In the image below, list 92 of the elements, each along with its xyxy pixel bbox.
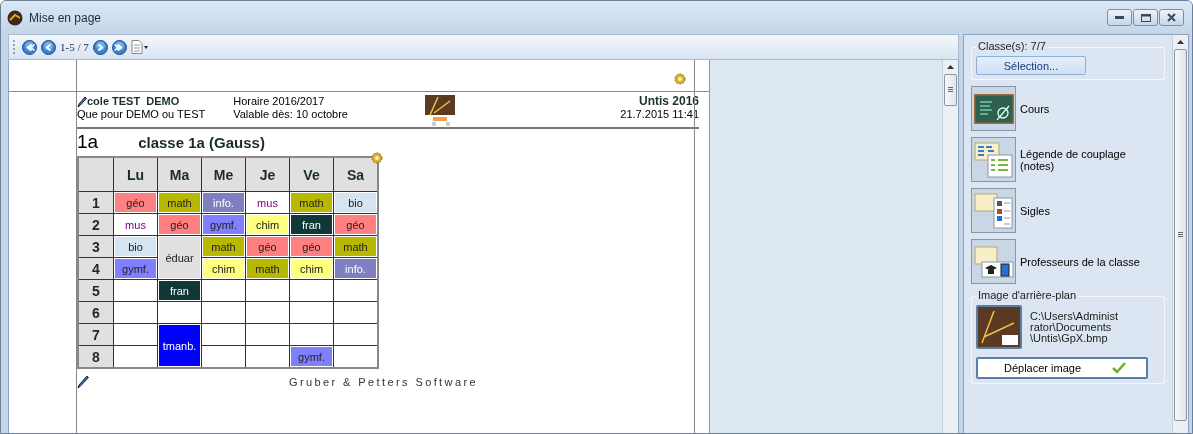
pencil-icon[interactable] bbox=[77, 375, 89, 389]
day-header: Sa bbox=[334, 158, 377, 191]
day-header: Je bbox=[246, 158, 289, 191]
lesson-cell: math bbox=[202, 236, 245, 257]
scroll-up-icon[interactable] bbox=[1177, 40, 1184, 44]
school-name: cole TEST DEMO bbox=[87, 95, 180, 108]
app-logo-icon bbox=[7, 9, 23, 26]
lesson-cell: mus bbox=[246, 192, 289, 213]
table-list-icon bbox=[973, 191, 1014, 230]
option-label: Cours bbox=[1020, 102, 1051, 115]
period-number: 8 bbox=[79, 346, 113, 367]
last-page-button[interactable] bbox=[111, 39, 127, 55]
lesson-cell: chim bbox=[290, 258, 333, 279]
scroll-thumb[interactable] bbox=[944, 74, 957, 106]
lesson-cell: math bbox=[246, 258, 289, 279]
gear-icon[interactable] bbox=[674, 73, 686, 85]
option-button[interactable] bbox=[971, 239, 1016, 284]
option-label: Légende de couplage (notes) bbox=[1020, 147, 1127, 172]
day-header: Lu bbox=[114, 158, 157, 191]
day-header: Ve bbox=[290, 158, 333, 191]
lesson-cell: info. bbox=[202, 192, 245, 213]
lesson-cell: chim bbox=[246, 214, 289, 235]
table-sheets-icon bbox=[973, 140, 1014, 179]
lesson-cell: math bbox=[158, 192, 201, 213]
gear-icon[interactable] bbox=[371, 152, 383, 164]
scroll-thumb[interactable] bbox=[1174, 49, 1187, 421]
lesson-cell: géo bbox=[114, 192, 157, 213]
next-page-button[interactable] bbox=[92, 39, 108, 55]
footer-text: Gruber & Petters Software bbox=[289, 376, 478, 388]
pencil-icon[interactable] bbox=[77, 96, 87, 108]
classes-label: Classe(s): 7/7 bbox=[976, 40, 1048, 52]
first-page-button[interactable] bbox=[22, 39, 37, 55]
scrollbar[interactable] bbox=[1172, 35, 1188, 433]
lesson-cell: gymf. bbox=[290, 346, 333, 367]
period-number: 6 bbox=[79, 302, 113, 323]
class-code: 1a bbox=[77, 131, 99, 153]
period-number: 7 bbox=[79, 324, 113, 345]
maximize-button[interactable] bbox=[1133, 9, 1158, 26]
lesson-cell: math bbox=[334, 236, 377, 257]
document-dropdown-button[interactable] bbox=[130, 40, 149, 54]
grip-icon bbox=[948, 87, 953, 93]
maximize-icon bbox=[1140, 13, 1151, 22]
lesson-cell: fran bbox=[158, 280, 201, 301]
checkmark-icon bbox=[1112, 362, 1126, 374]
lesson-cell: chim bbox=[202, 258, 245, 279]
minimize-icon bbox=[1115, 15, 1124, 20]
image-path: C:\Users\Administrator\Documents\Untis\GpX.bmp bbox=[1030, 310, 1120, 344]
lesson-cell: tmanb. bbox=[158, 324, 201, 367]
lesson-cell: géo bbox=[246, 236, 289, 257]
lesson-cell: math bbox=[290, 192, 333, 213]
corner-cell bbox=[79, 158, 113, 191]
valid-from-text: Valable dès: 10 octobre bbox=[233, 108, 348, 121]
window-title: Mise en page bbox=[29, 10, 103, 25]
minimize-button[interactable] bbox=[1107, 9, 1132, 26]
lesson-cell: bio bbox=[334, 192, 377, 213]
school-note: Que pour DEMO ou TEST bbox=[77, 108, 206, 121]
lesson-cell: info. bbox=[334, 258, 377, 279]
option-label: Sigles bbox=[1020, 204, 1051, 217]
close-icon bbox=[1167, 13, 1176, 22]
previous-page-button[interactable] bbox=[41, 39, 56, 55]
selection-button[interactable]: Sélection... bbox=[976, 56, 1086, 75]
lesson-cell: gymf. bbox=[202, 214, 245, 235]
period-number: 2 bbox=[79, 214, 113, 235]
chalkboard-icon bbox=[973, 93, 1014, 124]
day-header: Me bbox=[202, 158, 245, 191]
period-number: 5 bbox=[79, 280, 113, 301]
teacher-icon bbox=[973, 244, 1014, 279]
move-image-button[interactable]: Déplacer image bbox=[976, 357, 1148, 379]
schedule-title: Horaire 2016/2017 bbox=[233, 95, 326, 108]
scroll-up-icon[interactable] bbox=[947, 65, 954, 69]
image-thumbnail[interactable] bbox=[976, 305, 1022, 349]
lesson-cell: géo bbox=[158, 214, 201, 235]
lesson-cell: éduar bbox=[158, 236, 201, 279]
period-number: 3 bbox=[79, 236, 113, 257]
grip-icon bbox=[1178, 232, 1183, 238]
timestamp: 21.7.2015 11:41 bbox=[620, 108, 699, 121]
day-header: Ma bbox=[158, 158, 201, 191]
lesson-cell: géo bbox=[290, 236, 333, 257]
lesson-cell: gymf. bbox=[114, 258, 157, 279]
lesson-cell: bio bbox=[114, 236, 157, 257]
option-label: Professeurs de la classe bbox=[1020, 255, 1141, 268]
background-image-label: Image d'arrière-plan bbox=[976, 289, 1079, 301]
scrollbar[interactable] bbox=[942, 60, 958, 433]
lesson-cell: géo bbox=[334, 214, 377, 235]
page-range: 1-5 / 7 bbox=[60, 41, 89, 53]
logo-image bbox=[423, 95, 456, 126]
class-name: classe 1a (Gauss) bbox=[138, 134, 265, 151]
lesson-cell: mus bbox=[114, 214, 157, 235]
lesson-cell: fran bbox=[290, 214, 333, 235]
close-button[interactable] bbox=[1159, 9, 1184, 26]
period-number: 1 bbox=[79, 192, 113, 213]
period-number: 4 bbox=[79, 258, 113, 279]
